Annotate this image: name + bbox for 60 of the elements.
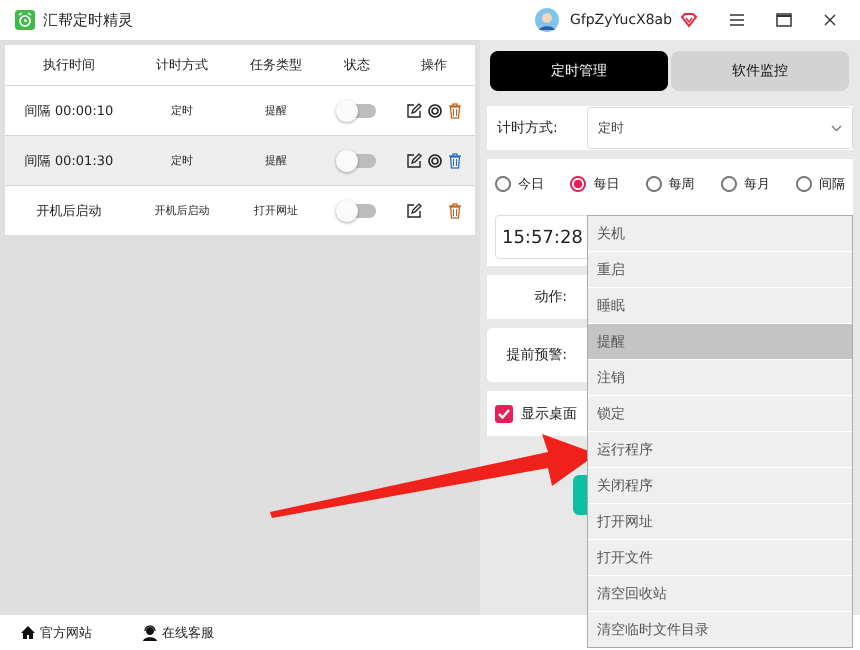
column-header: 操作 bbox=[420, 57, 448, 74]
checkbox-label: 显示桌面 bbox=[521, 404, 577, 422]
home-icon bbox=[20, 625, 36, 640]
trash-icon[interactable] bbox=[448, 152, 462, 168]
menu-item[interactable]: 清空临时文件目录 bbox=[588, 611, 852, 647]
username[interactable]: GfpZyYucX8ab bbox=[570, 12, 672, 28]
table-cell-text: 间隔 00:01:30 bbox=[24, 152, 114, 170]
task-row[interactable]: 开机后启动 开机后启动 打开网址 bbox=[5, 185, 475, 235]
column-header: 任务类型 bbox=[249, 57, 303, 74]
task-row[interactable]: 间隔 00:01:30 定时 提醒 bbox=[5, 135, 475, 185]
table-cell-text: 开机后启动 bbox=[36, 202, 102, 220]
column-header: 状态 bbox=[342, 57, 371, 74]
table-cell-text: 开机后启动 bbox=[154, 203, 210, 218]
radio-option[interactable]: 每周 bbox=[646, 175, 694, 193]
menu-item[interactable]: 打开网址 bbox=[588, 503, 852, 539]
field-label: 提前预警: bbox=[505, 346, 567, 364]
window-title: 汇帮定时精灵 bbox=[43, 10, 133, 30]
table-cell-text: 间隔 00:00:10 bbox=[24, 102, 114, 120]
timing-dropdown[interactable]: 定时 bbox=[587, 107, 853, 149]
edit-icon[interactable] bbox=[406, 202, 422, 218]
avatar-icon bbox=[534, 7, 560, 33]
table-cell-text: 打开网址 bbox=[253, 203, 299, 218]
table-cell-text: 定时 bbox=[170, 153, 194, 168]
radio-option[interactable]: 今日 bbox=[495, 175, 544, 193]
column-header: 执行时间 bbox=[42, 57, 96, 74]
field-label: 动作: bbox=[533, 288, 567, 306]
edit-icon[interactable] bbox=[406, 102, 422, 118]
menu-item[interactable]: 运行程序 bbox=[588, 431, 852, 467]
menu-item[interactable]: 打开文件 bbox=[588, 539, 852, 575]
diamond-badge-icon bbox=[680, 12, 698, 28]
footer-link[interactable]: 官方网站 bbox=[20, 624, 92, 642]
headset-person-icon bbox=[142, 624, 158, 640]
tab[interactable]: 软件监控 bbox=[671, 51, 849, 91]
target-icon[interactable] bbox=[428, 154, 442, 168]
maximize-icon[interactable] bbox=[776, 13, 792, 27]
edit-icon[interactable] bbox=[406, 152, 422, 168]
field-label: 计时方式: bbox=[497, 119, 559, 137]
table-cell-text: 定时 bbox=[170, 103, 194, 118]
chevron-down-icon bbox=[831, 124, 842, 132]
trash-icon[interactable] bbox=[448, 102, 462, 118]
column-header: 计时方式 bbox=[155, 57, 209, 74]
menu-item[interactable]: 锁定 bbox=[588, 395, 852, 431]
table-cell-text: 提醒 bbox=[264, 103, 288, 118]
menu-item[interactable]: 清空回收站 bbox=[588, 575, 852, 611]
menu-item[interactable]: 关闭程序 bbox=[588, 467, 852, 503]
radio-option[interactable]: 每月 bbox=[720, 175, 770, 193]
radio-option[interactable]: 每日 bbox=[570, 175, 620, 193]
trash-icon[interactable] bbox=[448, 202, 462, 218]
target-icon[interactable] bbox=[428, 104, 442, 118]
close-icon[interactable] bbox=[824, 14, 836, 26]
menu-item[interactable]: 重启 bbox=[588, 251, 852, 287]
radio-option[interactable]: 间隔 bbox=[796, 175, 845, 193]
menu-item[interactable]: 提醒 bbox=[588, 323, 852, 359]
menu-icon[interactable] bbox=[730, 14, 744, 26]
alarm-clock-logo-icon bbox=[15, 10, 35, 30]
menu-item[interactable]: 注销 bbox=[588, 359, 852, 395]
table-cell-text: 提醒 bbox=[264, 153, 288, 168]
footer-link[interactable]: 在线客服 bbox=[142, 624, 214, 642]
tab[interactable]: 定时管理 bbox=[490, 51, 668, 91]
checkbox[interactable] bbox=[495, 404, 513, 422]
